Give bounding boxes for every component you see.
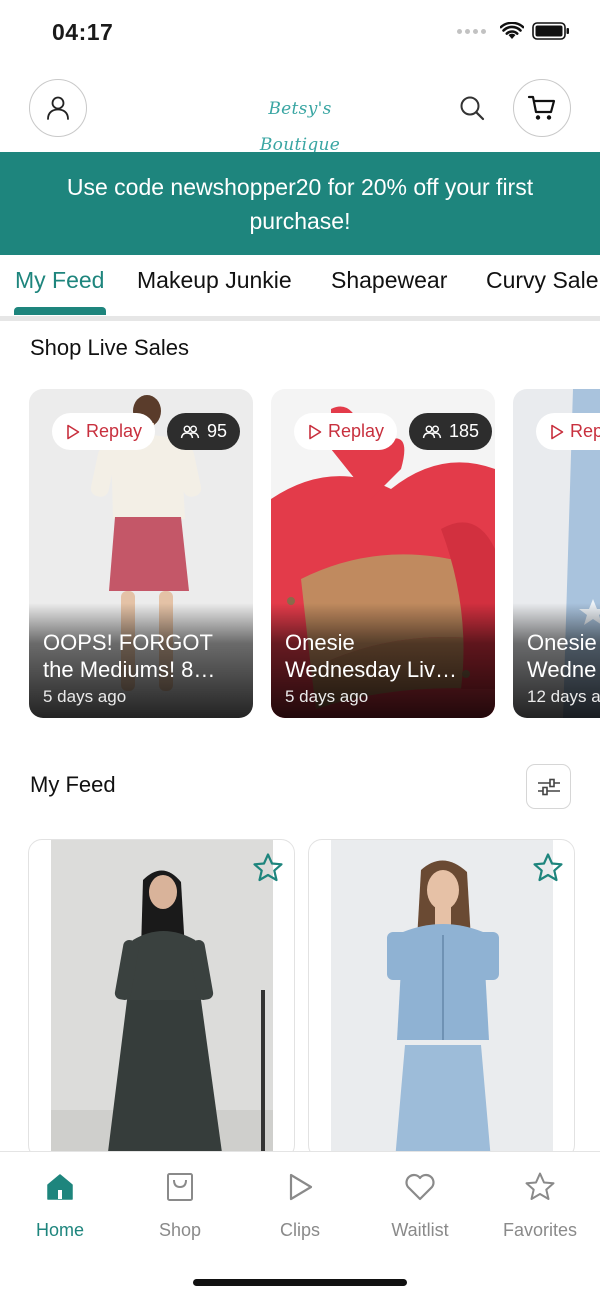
nav-shop[interactable]: Shop <box>120 1168 240 1241</box>
battery-icon <box>532 22 569 40</box>
search-button[interactable] <box>455 91 489 125</box>
replay-badge: Replay <box>294 413 398 450</box>
favorite-button[interactable] <box>530 850 566 886</box>
cart-button[interactable] <box>513 79 571 137</box>
live-sale-title: Onesie Wednesday Liv… <box>285 630 458 682</box>
viewers-icon <box>422 425 442 438</box>
live-sale-card[interactable]: Replay 185 Onesie Wednesday Liv… 5 days … <box>271 389 495 718</box>
live-sale-card[interactable]: Replay Onesie Wedne 12 days a <box>513 389 600 718</box>
replay-badge: Replay <box>52 413 156 450</box>
nav-clips[interactable]: Clips <box>240 1168 360 1241</box>
star-icon <box>533 853 563 882</box>
boutique-logo[interactable]: Betsy's Boutique <box>245 91 355 155</box>
favorite-button[interactable] <box>250 850 286 886</box>
nav-clips-label: Clips <box>279 1220 320 1240</box>
nav-shop-label: Shop <box>158 1220 202 1240</box>
tab-makeup-junkie[interactable]: Makeup Junkie <box>137 267 292 294</box>
live-sale-title: OOPS! FORGOT the Mediums! 8… <box>43 630 216 682</box>
product-card[interactable] <box>28 839 295 1159</box>
nav-home-label: Home <box>35 1220 84 1240</box>
heart-icon <box>405 1173 435 1201</box>
home-indicator <box>193 1279 407 1286</box>
promo-banner[interactable]: Use code newshopper20 for 20% off your f… <box>0 152 600 255</box>
live-sale-time: 5 days ago <box>43 687 127 706</box>
shopping-bag-icon <box>167 1173 193 1201</box>
replay-label: Replay <box>86 421 143 441</box>
live-sale-card[interactable]: Replay 95 OOPS! FORGOT the Mediums! 8… 5… <box>29 389 253 718</box>
star-icon <box>253 853 283 882</box>
filter-button[interactable] <box>526 764 571 809</box>
nav-home[interactable]: Home <box>0 1168 120 1241</box>
signal-icon <box>457 28 486 34</box>
promo-text: Use code newshopper20 for 20% off your f… <box>66 174 534 234</box>
nav-waitlist-label: Waitlist <box>391 1220 449 1240</box>
status-bar: 04:17 <box>0 0 600 66</box>
live-sale-time: 12 days a <box>527 687 600 706</box>
bottom-navigation: Home Shop Clips Waitlist Favorites <box>0 1151 600 1299</box>
viewers-icon <box>180 425 200 438</box>
play-icon <box>309 424 322 439</box>
user-icon <box>47 96 69 120</box>
live-sales-carousel[interactable]: Replay 95 OOPS! FORGOT the Mediums! 8… 5… <box>0 389 600 719</box>
home-icon <box>47 1174 73 1200</box>
product-image <box>51 840 273 1158</box>
replay-label: Replay <box>570 421 600 441</box>
search-icon <box>460 96 485 121</box>
app-header: Betsy's Boutique <box>0 66 600 155</box>
tab-shapewear[interactable]: Shapewear <box>331 267 447 294</box>
tab-my-feed[interactable]: My Feed <box>15 267 104 294</box>
status-icons <box>457 22 570 40</box>
wifi-icon <box>500 22 524 39</box>
tabs-divider <box>0 316 600 321</box>
viewer-count: 185 <box>449 421 480 441</box>
profile-button[interactable] <box>29 79 87 137</box>
product-image <box>331 840 553 1158</box>
sliders-icon <box>537 778 560 795</box>
nav-favorites-label: Favorites <box>502 1220 578 1240</box>
play-icon <box>67 424 80 439</box>
live-sales-heading: Shop Live Sales <box>30 335 189 360</box>
live-sale-title: Onesie Wedne <box>527 630 597 682</box>
status-time: 04:17 <box>52 19 114 45</box>
star-icon <box>525 1172 555 1200</box>
viewer-count: 95 <box>207 421 228 441</box>
tab-curvy-sale[interactable]: Curvy Sale <box>486 267 598 294</box>
replay-label: Replay <box>328 421 385 441</box>
viewer-count-badge: 185 <box>409 413 493 450</box>
live-sale-time: 5 days ago <box>285 687 369 706</box>
play-icon <box>551 424 564 439</box>
product-card[interactable] <box>308 839 575 1159</box>
play-icon <box>289 1173 313 1201</box>
viewer-count-badge: 95 <box>167 413 241 450</box>
category-tabs: My Feed Makeup Junkie Shapewear Curvy Sa… <box>0 255 600 317</box>
cart-icon <box>527 95 556 120</box>
nav-favorites[interactable]: Favorites <box>480 1168 600 1241</box>
feed-heading: My Feed <box>30 772 116 797</box>
replay-badge: Replay <box>536 413 600 450</box>
nav-waitlist[interactable]: Waitlist <box>360 1168 480 1241</box>
active-tab-indicator <box>14 307 106 315</box>
